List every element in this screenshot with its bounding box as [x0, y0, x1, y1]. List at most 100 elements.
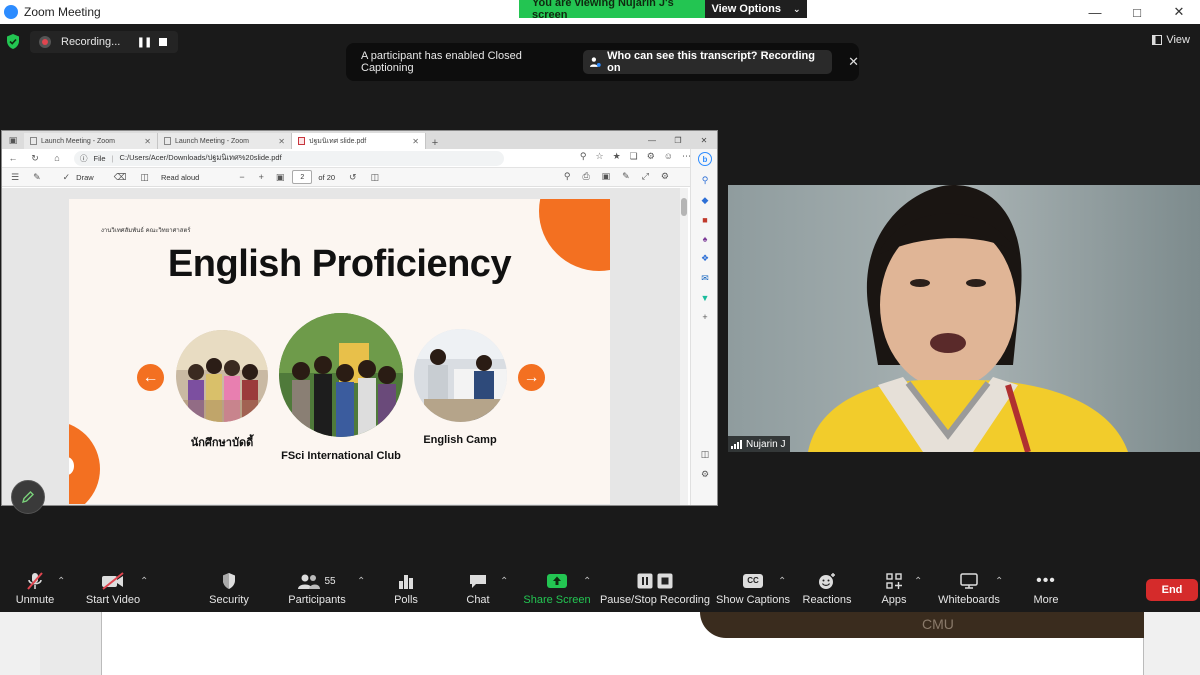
favorites-list-icon[interactable]: ★ — [613, 151, 621, 162]
erase-icon[interactable]: ⌫ — [114, 172, 127, 183]
browser-tab-active[interactable]: ปฐมนิเทศ slide.pdf ✕ — [292, 133, 426, 149]
page-view-icon[interactable]: ◫ — [140, 172, 149, 183]
shopping-icon[interactable]: ◆ — [702, 195, 709, 206]
chat-chevron-icon[interactable]: ⌃ — [500, 576, 508, 587]
favorite-icon[interactable]: ☆ — [595, 151, 603, 162]
view-options-button[interactable]: View Options ⌄ — [705, 0, 807, 18]
highlight-icon[interactable]: ✎ — [33, 172, 41, 183]
search-icon[interactable]: ⚲ — [702, 175, 709, 186]
zoom-icon[interactable]: ⚲ — [580, 151, 587, 162]
settings-icon[interactable]: ⚙ — [701, 469, 709, 480]
pdf-viewer[interactable]: งานวิเทศสัมพันธ์ คณะวิทยาศาสตร์ English … — [2, 188, 680, 505]
search-icon[interactable]: ⚲ — [564, 171, 571, 182]
zoom-in-icon[interactable]: + — [259, 172, 264, 182]
browser-tab[interactable]: Launch Meeting - Zoom ✕ — [24, 133, 158, 149]
chat-button[interactable]: Chat — [465, 571, 491, 611]
cc-notification: A participant has enabled Closed Caption… — [346, 43, 859, 81]
browser-tab[interactable]: Launch Meeting - Zoom ✕ — [158, 133, 292, 149]
polls-label: Polls — [394, 594, 418, 606]
whiteboards-chevron-icon[interactable]: ⌃ — [995, 576, 1003, 587]
read-aloud-button[interactable]: Read aloud — [161, 173, 199, 182]
doc-margin — [40, 612, 102, 675]
maximize-icon[interactable]: □ — [1116, 0, 1158, 24]
camp-label: English Camp — [423, 434, 497, 446]
end-meeting-button[interactable]: End — [1146, 579, 1198, 601]
pdf-scrollbar[interactable] — [680, 188, 688, 505]
draw-label[interactable]: Draw — [76, 173, 94, 182]
tab-label: Launch Meeting - Zoom — [175, 137, 249, 145]
tab-close-icon[interactable]: ✕ — [144, 137, 151, 146]
mic-muted-icon — [27, 572, 43, 590]
participants-button[interactable]: 55 Participants — [288, 571, 346, 611]
games-icon[interactable]: ♠ — [703, 234, 708, 244]
chevron-down-icon: ⌄ — [792, 3, 801, 14]
url-input[interactable]: ⓘ File | C:/Users/Acer/Downloads/ปฐมนิเท… — [74, 150, 504, 166]
tab-actions-icon[interactable]: ▣ — [2, 131, 24, 149]
annotate-button[interactable] — [11, 480, 45, 514]
contents-icon[interactable]: ☰ — [11, 172, 19, 183]
participant-video[interactable]: Nujarin J — [728, 185, 1200, 452]
tab-close-icon[interactable]: ✕ — [412, 137, 419, 146]
participants-chevron-icon[interactable]: ⌃ — [357, 576, 365, 587]
draw-icon[interactable]: ✓ — [63, 172, 71, 183]
reactions-button[interactable]: Reactions — [803, 571, 851, 611]
pause-stop-recording-button[interactable]: Pause/Stop Recording — [599, 571, 711, 611]
add-icon[interactable]: + — [702, 312, 707, 322]
more-button[interactable]: ••• More — [1032, 571, 1060, 611]
office-icon[interactable]: ❖ — [701, 253, 709, 264]
fit-page-icon[interactable]: ▣ — [276, 172, 285, 183]
encryption-shield-icon[interactable] — [5, 33, 21, 50]
drop-icon[interactable]: ▼ — [701, 293, 710, 303]
captions-chevron-icon[interactable]: ⌃ — [778, 576, 786, 587]
share-screen-button[interactable]: Share Screen — [523, 571, 591, 611]
fullscreen-icon[interactable]: ⤢ — [642, 171, 649, 182]
minimize-icon[interactable]: — — [1074, 0, 1116, 24]
two-page-icon[interactable]: ◫ — [371, 172, 380, 183]
whiteboards-button[interactable]: Whiteboards — [938, 571, 1000, 611]
new-tab-icon[interactable]: + — [426, 137, 444, 149]
save-icon[interactable]: ▣ — [602, 171, 611, 182]
scrollbar-thumb[interactable] — [681, 198, 687, 216]
page-number-input[interactable]: 2 — [292, 170, 313, 184]
stop-recording-icon[interactable] — [159, 38, 167, 46]
cc-icon: CC — [743, 574, 763, 588]
view-options-label: View Options — [711, 3, 781, 15]
polls-button[interactable]: Polls — [393, 571, 419, 611]
settings-icon[interactable]: ⚙ — [661, 171, 669, 182]
close-icon[interactable]: ✕ — [1158, 0, 1200, 24]
outlook-icon[interactable]: ✉ — [701, 273, 709, 284]
start-video-button[interactable]: Start Video — [85, 571, 141, 611]
zoom-out-icon[interactable]: − — [239, 172, 244, 182]
profile-icon[interactable]: ☺ — [664, 151, 673, 162]
close-icon[interactable]: ✕ — [848, 54, 859, 70]
pause-stop-recording-label: Pause/Stop Recording — [599, 594, 711, 606]
minimize-icon[interactable]: — — [639, 131, 665, 149]
participants-count: 55 — [324, 575, 336, 587]
apps-chevron-icon[interactable]: ⌃ — [914, 576, 922, 587]
save-as-icon[interactable]: ✎ — [622, 171, 630, 182]
collections-icon[interactable]: ❏ — [630, 151, 638, 162]
transcript-visibility-button[interactable]: Who can see this transcript? Recording o… — [583, 50, 833, 74]
rotate-icon[interactable]: ↺ — [349, 172, 357, 183]
tab-close-icon[interactable]: ✕ — [278, 137, 285, 146]
extension-icon[interactable]: ⚙ — [647, 151, 655, 162]
bing-icon[interactable]: b — [698, 152, 712, 166]
unmute-button[interactable]: Unmute — [14, 571, 56, 611]
pause-recording-icon[interactable]: ❚❚ — [133, 37, 155, 48]
video-options-chevron-icon[interactable]: ⌃ — [140, 576, 148, 587]
apps-button[interactable]: Apps — [881, 571, 907, 611]
tools-icon[interactable]: ■ — [702, 215, 707, 225]
share-screen-chevron-icon[interactable]: ⌃ — [583, 576, 591, 587]
security-button[interactable]: Security — [207, 571, 251, 611]
split-screen-icon[interactable]: ◫ — [701, 449, 710, 460]
close-icon[interactable]: ✕ — [691, 131, 717, 149]
address-bar: ← ↻ ⌂ ⓘ File | C:/Users/Acer/Downloads/ป… — [2, 149, 717, 168]
print-icon[interactable]: ⎙ — [582, 171, 589, 182]
view-button[interactable]: View — [1152, 34, 1190, 46]
back-icon[interactable]: ← — [2, 153, 24, 163]
refresh-icon[interactable]: ↻ — [24, 153, 46, 164]
restore-icon[interactable]: ❐ — [665, 131, 691, 149]
home-icon[interactable]: ⌂ — [46, 153, 68, 163]
audio-options-chevron-icon[interactable]: ⌃ — [57, 576, 65, 587]
info-icon: ⓘ — [80, 153, 88, 163]
